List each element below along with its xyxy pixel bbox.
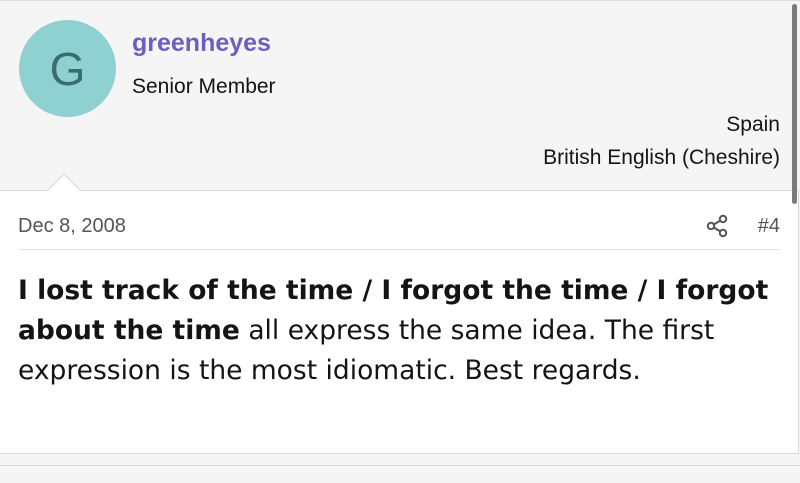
- message-header: Dec 8, 2008 #4: [18, 213, 780, 250]
- username-link[interactable]: greenheyes: [132, 29, 271, 58]
- user-location: Spain: [726, 113, 780, 136]
- user-title: Senior Member: [132, 75, 276, 98]
- post-user-info: G greenheyes Senior Member Spain British…: [0, 1, 800, 190]
- user-language: British English (Cheshire): [543, 146, 780, 169]
- forum-post-page: G greenheyes Senior Member Spain British…: [0, 0, 800, 483]
- post-number-link[interactable]: #4: [758, 215, 780, 238]
- avatar[interactable]: G: [19, 20, 116, 117]
- message-body-container: Dec 8, 2008 #4 I lost track of the time …: [0, 190, 799, 454]
- share-icon[interactable]: [706, 214, 728, 238]
- bottom-divider: [0, 465, 800, 466]
- post-date[interactable]: Dec 8, 2008: [18, 215, 126, 238]
- message-text: I lost track of the time / I forgot the …: [18, 271, 788, 391]
- scrollbar[interactable]: [792, 4, 797, 204]
- avatar-letter: G: [49, 42, 86, 95]
